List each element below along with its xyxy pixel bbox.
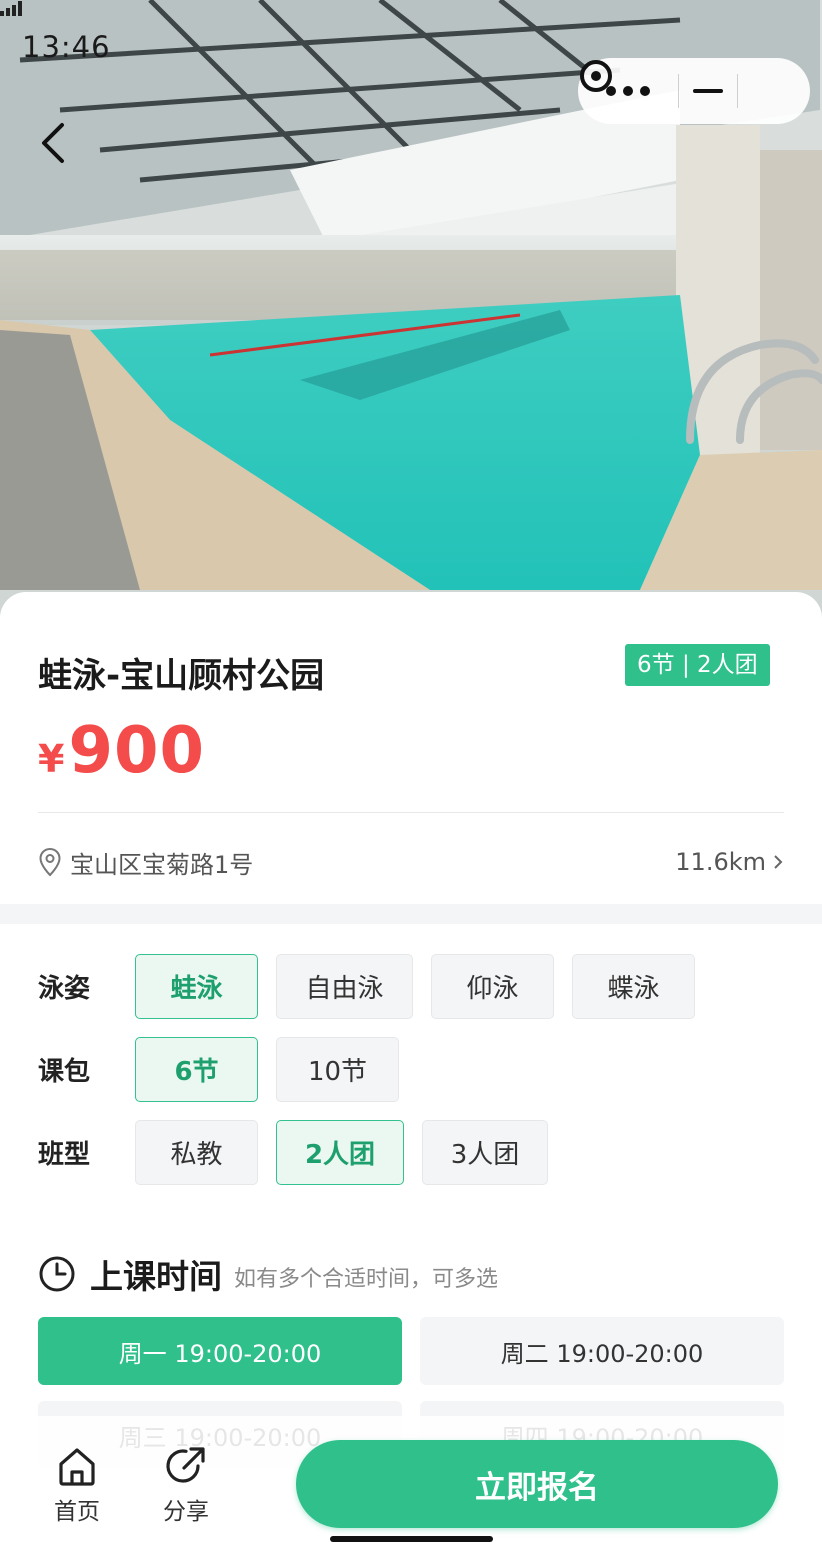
time-slot-tue[interactable]: 周二 19:00-20:00 [420, 1317, 784, 1385]
stroke-chip-breaststroke[interactable]: 蛙泳 [135, 954, 258, 1019]
home-icon [59, 1448, 95, 1486]
price: ¥ 900 [38, 714, 205, 788]
price-value: 900 [68, 714, 206, 788]
chevron-left-icon [42, 123, 64, 163]
chevron-right-icon [774, 855, 783, 869]
section-separator [0, 904, 822, 924]
package-label: 课包 [38, 1057, 91, 1087]
hero-image: 13:46 [0, 0, 822, 620]
class-chip-private[interactable]: 私教 [135, 1120, 258, 1185]
address-text: 宝山区宝菊路1号 [70, 850, 254, 879]
share-button[interactable]: 分享 [146, 1444, 226, 1526]
distance-text: 11.6km [675, 848, 766, 876]
package-chip-6[interactable]: 6节 [135, 1037, 258, 1102]
home-button[interactable]: 首页 [37, 1444, 117, 1526]
class-chip-3-person[interactable]: 3人团 [422, 1120, 548, 1185]
class-type-label: 班型 [38, 1140, 91, 1170]
course-detail-card: 蛙泳-宝山顾村公园 6节 | 2人团 ¥ 900 宝山区宝菊路1号 11.6km… [0, 592, 822, 1550]
signup-button[interactable]: 立即报名 [296, 1440, 778, 1528]
schedule-header: 上课时间 如有多个合适时间，可多选 [38, 1250, 498, 1298]
address: 宝山区宝菊路1号 [38, 845, 253, 880]
schedule-hint: 如有多个合适时间，可多选 [234, 1267, 499, 1292]
close-miniprogram-button[interactable] [580, 58, 798, 124]
time-slot-mon[interactable]: 周一 19:00-20:00 [38, 1317, 402, 1385]
home-indicator [330, 1536, 493, 1542]
stroke-chip-backstroke[interactable]: 仰泳 [431, 954, 554, 1019]
mini-program-capsule [578, 58, 810, 124]
minimize-button[interactable] [679, 58, 737, 124]
stroke-option-row: 泳姿 蛙泳 自由泳 仰泳 蝶泳 [38, 954, 713, 1019]
share-icon [166, 1447, 205, 1483]
class-chip-2-person[interactable]: 2人团 [276, 1120, 404, 1185]
clock-icon [39, 1256, 75, 1292]
target-icon [580, 60, 612, 92]
schedule-title: 上课时间 [90, 1257, 222, 1296]
stroke-chip-freestyle[interactable]: 自由泳 [276, 954, 413, 1019]
address-row[interactable]: 宝山区宝菊路1号 11.6km [38, 844, 784, 880]
course-title: 蛙泳-宝山顾村公园 [38, 656, 325, 696]
bottom-action-bar: 首页 分享 立即报名 [0, 1416, 822, 1550]
package-option-row: 课包 6节 10节 [38, 1037, 417, 1102]
stroke-chip-butterfly[interactable]: 蝶泳 [572, 954, 695, 1019]
share-label: 分享 [163, 1499, 209, 1525]
divider [38, 812, 784, 813]
back-button[interactable] [40, 122, 80, 172]
currency-symbol: ¥ [38, 737, 65, 781]
class-type-option-row: 班型 私教 2人团 3人团 [38, 1120, 566, 1185]
signal-icon [0, 1, 22, 16]
location-pin-icon [39, 847, 61, 877]
stroke-label: 泳姿 [38, 974, 91, 1004]
home-label: 首页 [54, 1499, 100, 1525]
status-time: 13:46 [22, 30, 111, 64]
distance: 11.6km [675, 848, 784, 876]
course-tag-badge: 6节 | 2人团 [625, 644, 770, 686]
minus-icon [693, 89, 723, 93]
package-chip-10[interactable]: 10节 [276, 1037, 399, 1102]
